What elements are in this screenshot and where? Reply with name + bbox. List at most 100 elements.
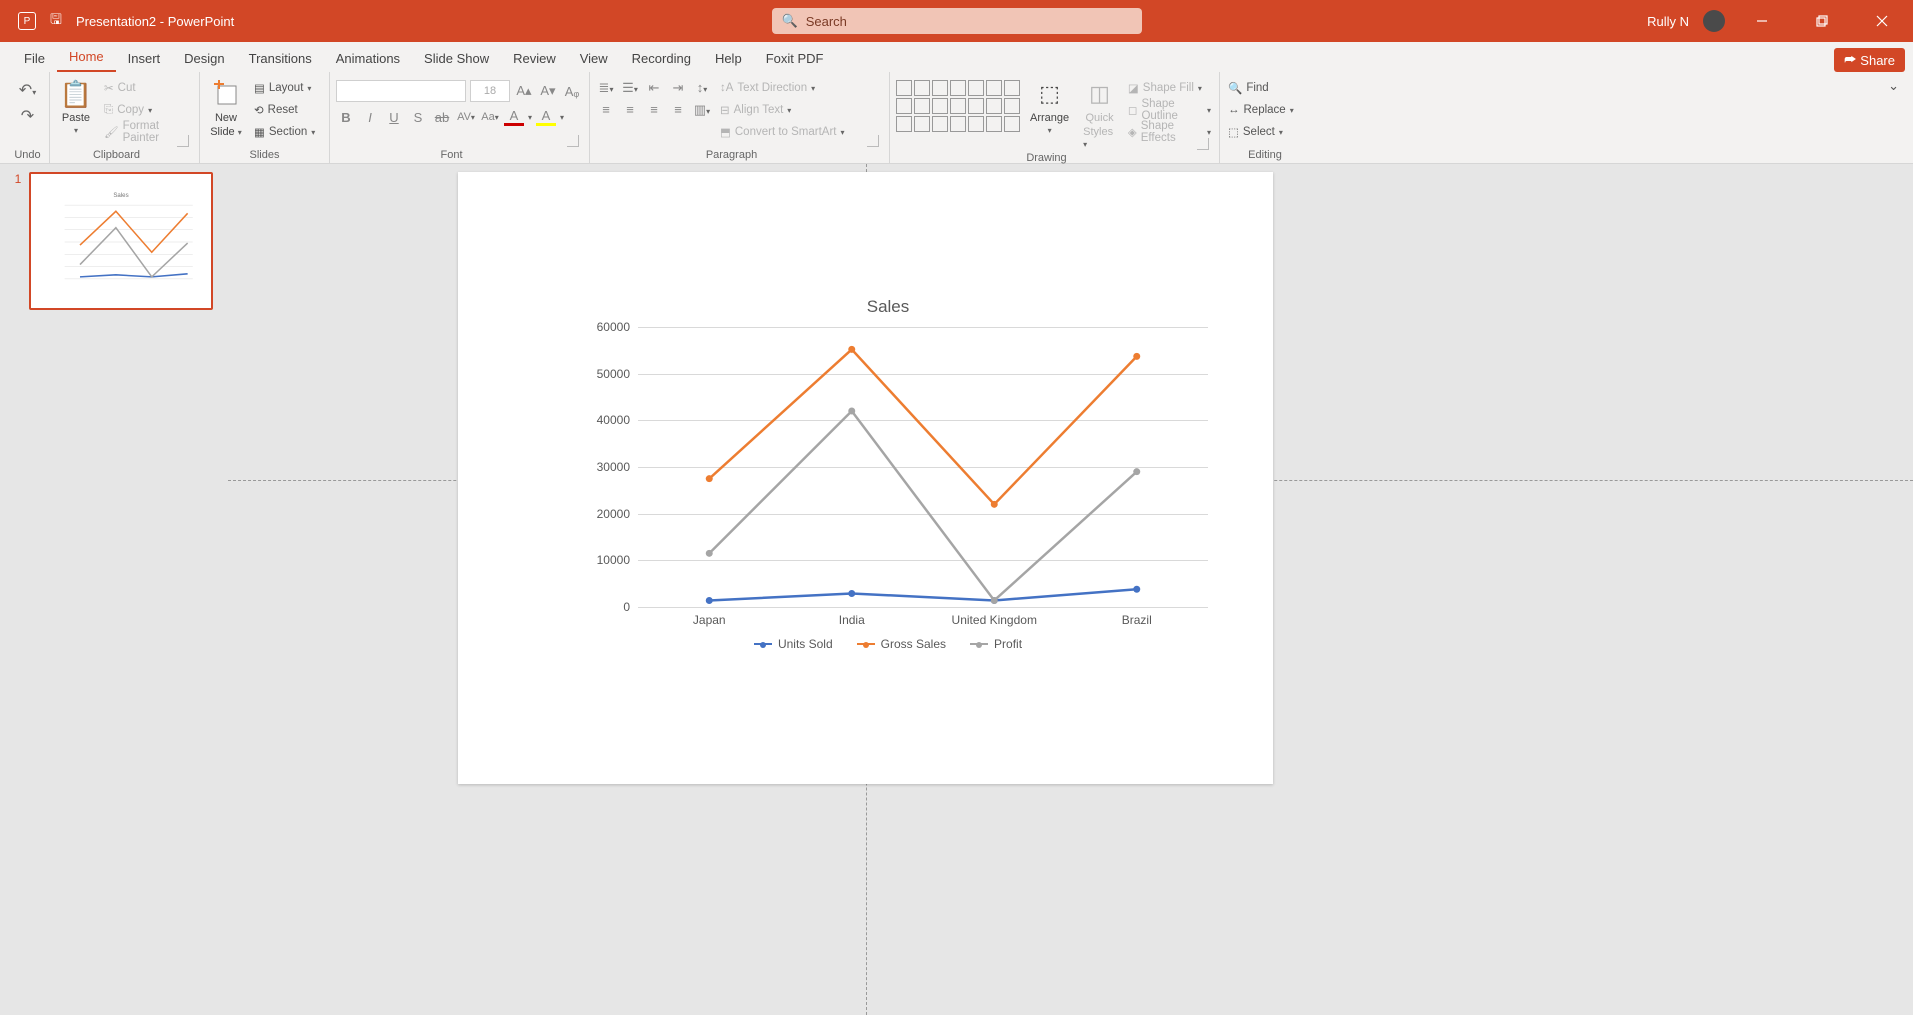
user-name: Rully N	[1647, 14, 1689, 29]
window-restore-button[interactable]	[1799, 0, 1845, 42]
y-tick-label: 0	[623, 600, 630, 614]
paint-bucket-icon: ◪	[1128, 81, 1139, 95]
align-left-button[interactable]: ≡	[596, 102, 616, 118]
cut-button[interactable]: ✂Cut	[102, 78, 193, 98]
group-label-slides: Slides	[206, 149, 323, 163]
highlight-button[interactable]: A	[536, 108, 556, 126]
decrease-indent-button[interactable]: ⇤	[644, 80, 664, 96]
tab-help[interactable]: Help	[703, 45, 754, 72]
tab-view[interactable]: View	[568, 45, 620, 72]
tab-review[interactable]: Review	[501, 45, 568, 72]
save-icon[interactable]: 🖫	[50, 9, 62, 33]
align-text-button[interactable]: ⊟Align Text▾	[718, 100, 847, 120]
align-center-button[interactable]: ≡	[620, 102, 640, 118]
tab-file[interactable]: File	[12, 45, 57, 72]
workspace: 1 Sales Sales 01000	[0, 164, 1913, 1015]
thumbnail-index: 1	[15, 172, 22, 310]
arrange-button[interactable]: ⬚ Arrange▾	[1026, 76, 1073, 137]
increase-indent-button[interactable]: ⇥	[668, 80, 688, 96]
slide-thumbnail-1[interactable]: Sales	[29, 172, 213, 310]
undo-button[interactable]: ↶▾	[19, 80, 36, 100]
user-avatar[interactable]	[1703, 10, 1725, 32]
strike-button[interactable]: ab	[432, 110, 452, 125]
powerpoint-app-icon: P	[18, 12, 36, 30]
x-tick-label: India	[839, 613, 865, 627]
tab-animations[interactable]: Animations	[324, 45, 412, 72]
collapse-ribbon-button[interactable]: ⌄	[1874, 72, 1913, 163]
drawing-dialog-launcher[interactable]	[1197, 138, 1209, 150]
paragraph-dialog-launcher[interactable]	[867, 135, 879, 147]
replace-icon: ↔	[1228, 104, 1240, 116]
group-label-clipboard: Clipboard	[56, 149, 177, 163]
columns-button[interactable]: ▥▾	[692, 102, 712, 118]
tab-foxit[interactable]: Foxit PDF	[754, 45, 836, 72]
share-button[interactable]: ⮫ Share	[1834, 48, 1905, 72]
tab-recording[interactable]: Recording	[620, 45, 703, 72]
reset-button[interactable]: ⟲Reset	[252, 100, 317, 120]
justify-button[interactable]: ≡	[668, 102, 688, 118]
share-icon: ⮫	[1844, 52, 1856, 68]
shape-fill-button[interactable]: ◪Shape Fill▾	[1126, 78, 1213, 98]
text-direction-button[interactable]: ↕AText Direction▾	[718, 78, 847, 98]
shapes-gallery[interactable]	[896, 80, 1020, 132]
underline-button[interactable]: U	[384, 110, 404, 125]
legend-item: Units Sold	[754, 637, 833, 651]
align-text-icon: ⊟	[720, 103, 730, 117]
new-slide-button[interactable]: New Slide ▾	[206, 76, 246, 140]
font-color-button[interactable]: A	[504, 108, 524, 126]
document-title: Presentation2	[76, 14, 156, 29]
line-spacing-button[interactable]: ↕▾	[692, 80, 712, 96]
align-right-button[interactable]: ≡	[644, 102, 664, 118]
increase-font-icon[interactable]: A▴	[514, 83, 534, 99]
italic-button[interactable]: I	[360, 110, 380, 125]
tab-design[interactable]: Design	[172, 45, 236, 72]
quick-styles-button[interactable]: ◫ Quick Styles ▾	[1079, 76, 1120, 152]
char-spacing-button[interactable]: AV▾	[456, 111, 476, 123]
x-tick-label: Brazil	[1122, 613, 1152, 627]
clipboard-dialog-launcher[interactable]	[177, 135, 189, 147]
chart-title: Sales	[558, 297, 1218, 317]
redo-button[interactable]: ↷	[21, 106, 34, 126]
chart-object[interactable]: Sales 0100002000030000400005000060000Jap…	[558, 297, 1218, 667]
effects-icon: ◈	[1128, 125, 1137, 139]
window-minimize-button[interactable]	[1739, 0, 1785, 42]
numbering-button[interactable]: ☰▾	[620, 80, 640, 96]
slide[interactable]: Sales 0100002000030000400005000060000Jap…	[458, 172, 1273, 784]
font-name-combo[interactable]	[336, 80, 466, 102]
select-button[interactable]: ⬚Select▾	[1226, 122, 1296, 142]
decrease-font-icon[interactable]: A▾	[538, 83, 558, 99]
section-button[interactable]: ▦Section▾	[252, 122, 317, 142]
group-label-paragraph: Paragraph	[596, 149, 867, 163]
tab-transitions[interactable]: Transitions	[237, 45, 324, 72]
find-button[interactable]: 🔍Find	[1226, 78, 1296, 98]
slide-canvas-area[interactable]: Sales 0100002000030000400005000060000Jap…	[228, 164, 1913, 1015]
svg-text:Sales: Sales	[114, 192, 129, 199]
chart-plot-area: 0100002000030000400005000060000JapanIndi…	[638, 327, 1208, 607]
layout-icon: ▤	[254, 81, 265, 95]
x-tick-label: United Kingdom	[952, 613, 1037, 627]
shape-outline-button[interactable]: ◻Shape Outline▾	[1126, 100, 1213, 120]
layout-button[interactable]: ▤Layout▾	[252, 78, 317, 98]
tab-insert[interactable]: Insert	[116, 45, 173, 72]
clipboard-icon: 📋	[60, 79, 92, 110]
share-label: Share	[1860, 53, 1895, 68]
slide-thumbnails-panel: 1 Sales	[0, 164, 228, 1015]
font-size-combo[interactable]: 18	[470, 80, 510, 102]
chart-legend: Units SoldGross SalesProfit	[558, 637, 1218, 651]
tab-home[interactable]: Home	[57, 43, 116, 72]
clear-formatting-icon[interactable]: Aᵩ	[562, 84, 582, 99]
tab-slideshow[interactable]: Slide Show	[412, 45, 501, 72]
search-box[interactable]: 🔍 Search	[772, 8, 1142, 34]
paintbrush-icon: 🖌	[104, 125, 119, 139]
bold-button[interactable]: B	[336, 110, 356, 125]
replace-button[interactable]: ↔Replace▾	[1226, 100, 1296, 120]
shadow-button[interactable]: S	[408, 110, 428, 125]
font-dialog-launcher[interactable]	[567, 135, 579, 147]
copy-button[interactable]: ⎘Copy▾	[102, 100, 193, 120]
convert-smartart-button[interactable]: ⬒Convert to SmartArt▾	[718, 122, 847, 142]
window-close-button[interactable]	[1859, 0, 1905, 42]
paste-button[interactable]: 📋 Paste ▾	[56, 76, 96, 137]
bullets-button[interactable]: ≣▾	[596, 80, 616, 96]
change-case-button[interactable]: Aa▾	[480, 111, 500, 123]
ribbon-tabs: File Home Insert Design Transitions Anim…	[0, 42, 1913, 72]
